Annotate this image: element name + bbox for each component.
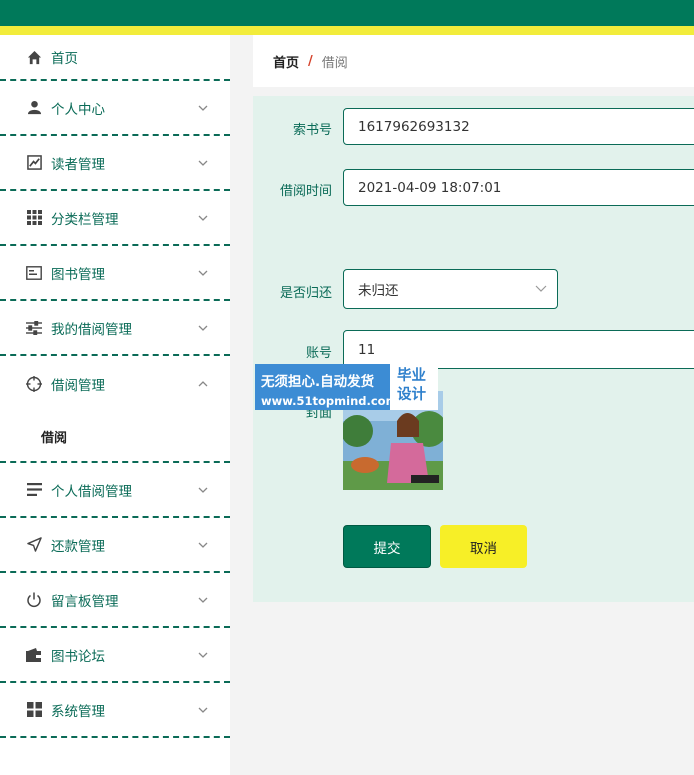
- sidebar-subitem-borrow[interactable]: 借阅: [0, 411, 230, 463]
- user-icon: [26, 100, 42, 116]
- sidebar-item-label: 个人中心: [51, 101, 105, 118]
- sidebar-item-label: 我的借阅管理: [51, 321, 132, 338]
- borrow-time-label: 借阅时间: [279, 184, 332, 199]
- chevron-up-icon: [198, 380, 208, 386]
- watermark-line2: www.51topmind.com: [261, 394, 398, 408]
- sidebar-item-book-management[interactable]: 图书管理: [0, 246, 230, 301]
- sidebar-item-label: 系统管理: [51, 703, 105, 720]
- chevron-down-icon: [198, 325, 208, 331]
- chevron-down-icon: [198, 487, 208, 493]
- chevron-down-icon: [198, 542, 208, 548]
- chevron-down-icon: [198, 707, 208, 713]
- index-number-label: 索书号: [292, 123, 332, 138]
- chevron-down-icon: [198, 215, 208, 221]
- card-icon: [26, 265, 42, 281]
- watermark-badge: 毕业 设计: [390, 364, 438, 410]
- apps-icon: [26, 702, 42, 718]
- index-number-value: 1617962693132: [358, 118, 470, 135]
- sidebar-item-label: 首页: [51, 51, 78, 67]
- borrow-time-field[interactable]: 2021-04-09 18:07:01: [343, 169, 694, 206]
- top-bar-accent: [0, 26, 694, 35]
- sidebar-item-system-management[interactable]: 系统管理: [0, 683, 230, 738]
- chevron-down-icon: [198, 597, 208, 603]
- grid-icon: [26, 210, 42, 226]
- sidebar-item-label: 读者管理: [51, 156, 105, 173]
- index-number-field[interactable]: 1617962693132: [343, 108, 694, 145]
- sidebar-item-reader-management[interactable]: 读者管理: [0, 136, 230, 191]
- breadcrumb-separator: /: [308, 53, 313, 69]
- cancel-button[interactable]: 取消: [440, 525, 527, 568]
- list-icon: [26, 482, 42, 498]
- sidebar-item-message-board-management[interactable]: 留言板管理: [0, 573, 230, 628]
- returned-value: 未归还: [358, 283, 399, 299]
- chevron-down-icon: [198, 160, 208, 166]
- sidebar-item-my-borrow-management[interactable]: 我的借阅管理: [0, 301, 230, 356]
- wallet-icon: [26, 647, 42, 663]
- sidebar-item-label: 借阅管理: [51, 377, 105, 394]
- power-icon: [26, 592, 42, 608]
- send-icon: [26, 537, 42, 553]
- sidebar-item-label: 留言板管理: [51, 593, 119, 610]
- watermark-banner: 无须担心.自动发货 www.51topmind.com: [255, 364, 398, 410]
- sidebar-item-personal-center[interactable]: 个人中心: [0, 81, 230, 136]
- sidebar-item-label: 图书论坛: [51, 648, 105, 665]
- sidebar-item-label: 图书管理: [51, 266, 105, 283]
- sidebar-item-home[interactable]: 首页: [0, 35, 230, 81]
- breadcrumb: 首页 / 借阅: [253, 35, 694, 87]
- top-bar: [0, 0, 694, 26]
- breadcrumb-current: 借阅: [321, 55, 348, 71]
- watermark-line1: 无须担心.自动发货: [261, 374, 375, 390]
- sidebar: 首页 个人中心 读者管理 分类栏管理 图书管理 我的借阅管理 借阅管理 借阅 个…: [0, 35, 230, 775]
- watermark-badge-line2: 设计: [397, 387, 426, 403]
- breadcrumb-home[interactable]: 首页: [273, 52, 299, 71]
- sidebar-item-label: 个人借阅管理: [51, 483, 132, 500]
- sidebar-item-label: 分类栏管理: [51, 211, 119, 228]
- sidebar-item-category-management[interactable]: 分类栏管理: [0, 191, 230, 246]
- home-icon: [26, 49, 42, 65]
- crosshair-icon: [26, 375, 42, 392]
- sidebar-item-label: 还款管理: [51, 538, 105, 555]
- sidebar-item-repayment-management[interactable]: 还款管理: [0, 518, 230, 573]
- chevron-down-icon: [198, 270, 208, 276]
- returned-select[interactable]: 未归还: [343, 269, 558, 309]
- chevron-down-icon: [535, 285, 547, 292]
- sliders-icon: [26, 320, 42, 336]
- account-value: 11: [358, 341, 376, 358]
- watermark-badge-line1: 毕业: [397, 368, 426, 384]
- sidebar-item-book-forum[interactable]: 图书论坛: [0, 628, 230, 683]
- account-label: 账号: [305, 346, 332, 361]
- sidebar-item-borrow-management[interactable]: 借阅管理: [0, 356, 230, 411]
- submit-button[interactable]: 提交: [343, 525, 431, 568]
- borrow-time-value: 2021-04-09 18:07:01: [358, 179, 502, 196]
- sidebar-item-personal-borrow-management[interactable]: 个人借阅管理: [0, 463, 230, 518]
- chart-icon: [26, 155, 42, 171]
- chevron-down-icon: [198, 652, 208, 658]
- chevron-down-icon: [198, 105, 208, 111]
- returned-label: 是否归还: [279, 286, 332, 301]
